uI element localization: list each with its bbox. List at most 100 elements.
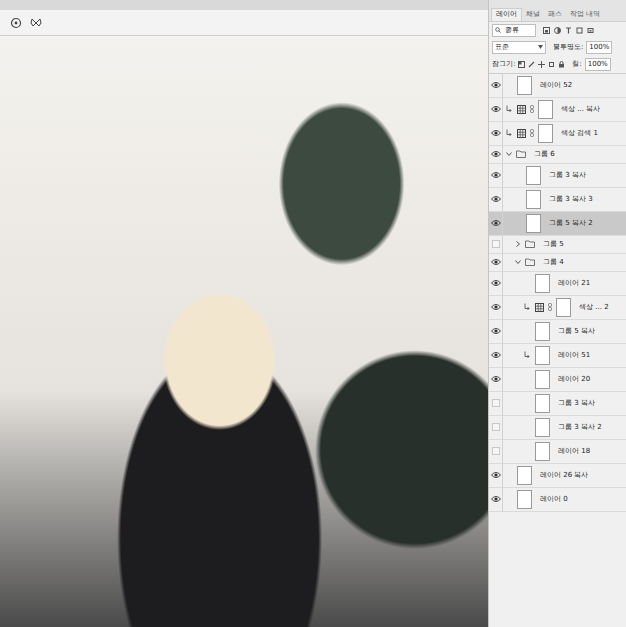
layer-name[interactable]: 그룹 3 복사 [558, 398, 595, 409]
target-icon[interactable] [10, 17, 22, 29]
layer-row[interactable]: 그룹 5 복사 2 [489, 212, 626, 236]
layer-content: 레이어 20 [503, 368, 590, 391]
layer-row[interactable]: 레이어 26 복사 [489, 464, 626, 488]
layer-row[interactable]: 그룹 3 복사 [489, 164, 626, 188]
layer-mask-thumbnail[interactable] [556, 298, 571, 317]
layer-name[interactable]: 레이어 18 [558, 446, 590, 457]
panel-tab[interactable]: 채널 [522, 9, 544, 21]
expand-chevron-icon[interactable] [515, 259, 521, 265]
layer-thumbnail [535, 370, 550, 389]
layer-name[interactable]: 색상 ... 2 [579, 302, 609, 313]
shape-filter-icon[interactable] [576, 27, 583, 34]
layer-list: 레이어 52색상 ... 복사색상 검색 1그룹 6그룹 3 복사그룹 3 복사… [489, 73, 626, 512]
eye-icon [491, 105, 501, 113]
visibility-toggle[interactable] [489, 320, 503, 343]
layer-group-row[interactable]: 그룹 5 [489, 236, 626, 254]
blend-row: 표준 불투명도: 100% [489, 39, 626, 56]
layer-name[interactable]: 레이어 52 [540, 80, 572, 91]
hidden-box [492, 447, 500, 455]
panel-tab[interactable]: 레이어 [491, 8, 522, 21]
artwork-canvas[interactable] [0, 36, 488, 627]
visibility-toggle[interactable] [489, 164, 503, 187]
filter-dropdown[interactable]: 종류 [492, 24, 536, 37]
visibility-toggle[interactable] [489, 98, 503, 121]
blend-mode: 표준 [495, 42, 509, 53]
artboard-icon[interactable] [548, 61, 555, 68]
layer-row[interactable]: 그룹 3 복사 3 [489, 188, 626, 212]
visibility-toggle[interactable] [489, 254, 503, 271]
move-icon[interactable] [538, 61, 545, 68]
layer-group-row[interactable]: 그룹 6 [489, 146, 626, 164]
type-filter-icon[interactable] [565, 27, 572, 34]
visibility-toggle[interactable] [489, 146, 503, 163]
filter-label: 종류 [505, 25, 519, 36]
layer-row[interactable]: 그룹 3 복사 [489, 392, 626, 416]
layer-name[interactable]: 그룹 5 복사 [558, 326, 595, 337]
eye-icon [491, 495, 501, 503]
layer-row[interactable]: 레이어 20 [489, 368, 626, 392]
layer-row[interactable]: 색상 ... 복사 [489, 98, 626, 122]
visibility-toggle[interactable] [489, 188, 503, 211]
layer-name[interactable]: 그룹 3 복사 2 [558, 422, 602, 433]
layer-name[interactable]: 그룹 5 [543, 239, 564, 250]
panel-tab[interactable]: 패스 [544, 9, 566, 21]
link-icon [530, 129, 534, 137]
layer-name[interactable]: 레이어 26 복사 [540, 470, 588, 481]
layer-name[interactable]: 그룹 6 [534, 149, 555, 160]
visibility-toggle[interactable] [489, 74, 503, 97]
visibility-toggle[interactable] [489, 392, 503, 415]
layer-mask-thumbnail[interactable] [538, 100, 553, 119]
layer-name[interactable]: 레이어 20 [558, 374, 590, 385]
lock-pixels-icon[interactable] [518, 61, 525, 68]
layer-thumbnail [517, 490, 532, 509]
layer-row[interactable]: 그룹 3 복사 2 [489, 416, 626, 440]
visibility-toggle[interactable] [489, 236, 503, 253]
layer-name[interactable]: 그룹 4 [543, 257, 564, 268]
brush-icon[interactable] [528, 61, 535, 68]
layer-name[interactable]: 레이어 21 [558, 278, 590, 289]
visibility-toggle[interactable] [489, 440, 503, 463]
layer-row[interactable]: 레이어 18 [489, 440, 626, 464]
layer-row[interactable]: 레이어 51 [489, 344, 626, 368]
visibility-toggle[interactable] [489, 296, 503, 319]
expand-chevron-icon[interactable] [506, 151, 512, 157]
layer-name[interactable]: 그룹 3 복사 3 [549, 194, 593, 205]
layer-name[interactable]: 레이어 51 [558, 350, 590, 361]
layer-row[interactable]: 그룹 5 복사 [489, 320, 626, 344]
visibility-toggle[interactable] [489, 272, 503, 295]
layer-row[interactable]: 레이어 52 [489, 74, 626, 98]
visibility-toggle[interactable] [489, 416, 503, 439]
visibility-toggle[interactable] [489, 212, 503, 235]
layer-row[interactable]: 색상 검색 1 [489, 122, 626, 146]
layer-row[interactable]: 색상 ... 2 [489, 296, 626, 320]
visibility-toggle[interactable] [489, 122, 503, 145]
layer-thumbnail [517, 466, 532, 485]
hidden-box [492, 423, 500, 431]
visibility-toggle[interactable] [489, 464, 503, 487]
layer-name[interactable]: 그룹 3 복사 [549, 170, 586, 181]
butterfly-icon[interactable] [30, 17, 42, 29]
dropdown-arrow-icon [538, 45, 543, 49]
layer-mask-thumbnail[interactable] [538, 124, 553, 143]
panel-tab[interactable]: 작업 내역 [566, 9, 604, 21]
blend-mode-dropdown[interactable]: 표준 [492, 41, 546, 54]
expand-chevron-icon[interactable] [515, 241, 521, 247]
layer-group-row[interactable]: 그룹 4 [489, 254, 626, 272]
layer-name[interactable]: 색상 ... 복사 [561, 104, 600, 115]
visibility-toggle[interactable] [489, 344, 503, 367]
layer-name[interactable]: 레이어 0 [540, 494, 568, 505]
adjustment-filter-icon[interactable] [554, 27, 561, 34]
layer-name[interactable]: 그룹 5 복사 2 [549, 218, 593, 229]
visibility-toggle[interactable] [489, 488, 503, 511]
eye-icon [491, 351, 501, 359]
layer-row[interactable]: 레이어 0 [489, 488, 626, 512]
layer-row[interactable]: 레이어 21 [489, 272, 626, 296]
fill-field[interactable]: 100% [585, 58, 611, 71]
layer-content: 레이어 52 [503, 74, 572, 97]
opacity-field[interactable]: 100% [586, 41, 612, 54]
smart-filter-icon[interactable] [587, 27, 594, 34]
pixel-filter-icon[interactable] [543, 27, 550, 34]
visibility-toggle[interactable] [489, 368, 503, 391]
lock-icon[interactable] [558, 61, 565, 68]
layer-name[interactable]: 색상 검색 1 [561, 128, 598, 139]
